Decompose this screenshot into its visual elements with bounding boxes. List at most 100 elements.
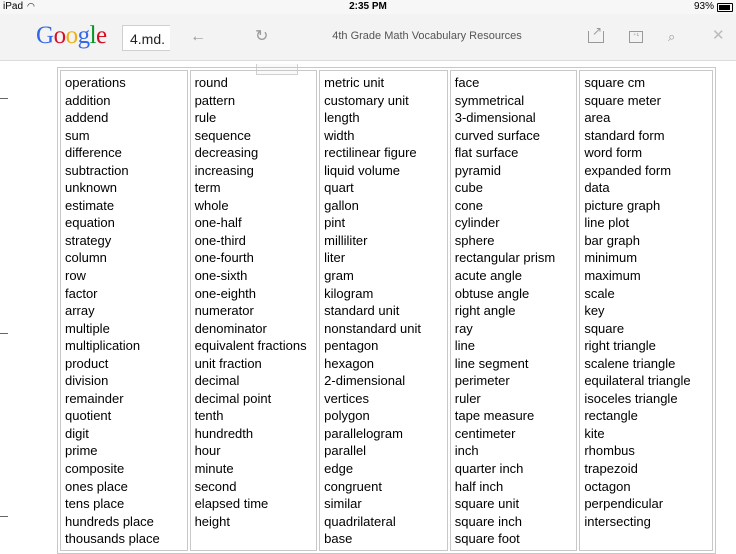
vocab-word: pentagon <box>324 338 379 354</box>
vocab-word: unknown <box>65 180 118 196</box>
vocab-word: one-fourth <box>194 250 254 266</box>
vocab-word: thousands place <box>65 531 160 547</box>
vocab-word: one-half <box>194 215 242 231</box>
vocab-word: acute angle <box>454 268 522 284</box>
browser-toolbar: Google 4.md. ← ↻ 4th Grade Math Vocabula… <box>0 14 736 75</box>
vocab-word: hour <box>194 443 221 459</box>
battery-percent: 93% <box>693 1 714 12</box>
vocab-word: equivalent fractions <box>194 338 307 354</box>
vocab-word: scale <box>584 285 615 301</box>
vocab-word: customary unit <box>324 92 409 108</box>
vocab-word: inch <box>454 443 479 459</box>
vocab-word: strategy <box>65 232 112 248</box>
vocab-word: addition <box>65 92 111 108</box>
vocabulary-table: operations addition addend sum difference sub… <box>57 67 716 554</box>
vocab-word: minute <box>194 461 234 477</box>
vocab-word: centimeter <box>454 425 516 441</box>
vocab-word: scalene triangle <box>584 355 676 371</box>
page-title: 4th Grade Math Vocabulary Resources <box>332 30 522 42</box>
vocab-word: liquid volume <box>324 162 401 178</box>
reload-icon[interactable]: ↻ <box>255 28 268 46</box>
vocab-word: rectangle <box>584 408 638 424</box>
vocab-word: cylinder <box>454 215 500 231</box>
vocab-word: vertices <box>324 390 369 406</box>
vocab-word: column <box>65 250 107 266</box>
vocab-word: 3-dimensional <box>454 110 536 126</box>
vocab-word: quotient <box>65 408 112 424</box>
url-field[interactable]: 4.md. <box>122 25 170 51</box>
vocab-word: gram <box>324 268 354 284</box>
vocab-word: multiplication <box>65 338 141 354</box>
vocab-word: addend <box>65 110 109 126</box>
vocab-word: array <box>65 303 95 319</box>
vocab-word: subtraction <box>65 162 129 178</box>
vocab-word: rhombus <box>584 443 635 459</box>
vocab-word: standard form <box>584 127 665 143</box>
vocab-word: obtuse angle <box>454 285 530 301</box>
vocab-word: kilogram <box>324 285 374 301</box>
vocab-word: decreasing <box>194 145 259 161</box>
ios-status-bar: iPad ◠ 2:35 PM 93% <box>0 0 736 14</box>
vocab-word: quart <box>324 180 354 196</box>
vocab-word: bar graph <box>584 232 640 248</box>
vocab-word: word form <box>584 145 643 161</box>
vocab-word: height <box>194 513 230 529</box>
page-edge-mark <box>0 98 8 99</box>
vocab-word: one-third <box>194 232 246 248</box>
vocab-word: curved surface <box>454 127 541 143</box>
vocab-word: line plot <box>584 215 630 231</box>
vocab-word: polygon <box>324 408 370 424</box>
vocab-word: milliliter <box>324 232 368 248</box>
vocab-word: similar <box>324 496 362 512</box>
vocab-word: decimal <box>194 373 240 389</box>
vocab-word: edge <box>324 461 354 477</box>
vocab-word: maximum <box>584 268 641 284</box>
vocab-word: quadrilateral <box>324 513 396 529</box>
vocab-word: rule <box>194 110 217 126</box>
vocab-word: second <box>194 478 237 494</box>
vocab-word: nonstandard unit <box>324 320 422 336</box>
vocab-word: base <box>324 531 353 547</box>
vocab-word: remainder <box>65 390 124 406</box>
vocab-word: equation <box>65 215 115 231</box>
vocab-word: 2-dimensional <box>324 373 406 389</box>
tabs-icon[interactable]: ⁺¹ <box>629 31 643 43</box>
vocab-word: square cm <box>584 75 646 90</box>
vocab-word: width <box>324 127 355 143</box>
vocab-word: trapezoid <box>584 461 638 477</box>
share-icon[interactable] <box>588 22 604 43</box>
vocab-word: row <box>65 268 86 284</box>
vocab-word: unit fraction <box>194 355 262 371</box>
vocab-word: square foot <box>454 531 520 547</box>
google-logo[interactable]: Google <box>36 22 107 50</box>
vocab-word: digit <box>65 425 89 441</box>
vocab-word: picture graph <box>584 197 661 213</box>
vocab-column: round pattern rule sequence decreasing increa… <box>189 70 318 551</box>
vocab-word: composite <box>65 461 125 477</box>
vocab-word: tenth <box>194 408 224 424</box>
vocab-word: perpendicular <box>584 496 664 512</box>
vocab-word: elapsed time <box>194 496 269 512</box>
close-icon[interactable]: ✕ <box>712 27 725 45</box>
vocab-word: sphere <box>454 232 495 248</box>
vocab-word: gallon <box>324 197 359 213</box>
vocab-word: length <box>324 110 360 126</box>
search-page-icon[interactable]: ⌕ <box>668 28 675 46</box>
vocab-column: face symmetrical 3-dimensional curved surfa… <box>449 70 578 551</box>
vocab-word: ones place <box>65 478 128 494</box>
vocab-word: cone <box>454 197 483 213</box>
vocab-word: right triangle <box>584 338 656 354</box>
back-arrow-icon[interactable]: ← <box>190 28 206 46</box>
vocab-word: denominator <box>194 320 267 336</box>
vocab-word: decimal point <box>194 390 272 406</box>
status-time: 2:35 PM <box>349 1 387 12</box>
vocab-word: sum <box>65 127 90 143</box>
vocab-word: numerator <box>194 303 254 319</box>
vocab-word: pyramid <box>454 162 501 178</box>
vocab-word: face <box>454 75 480 90</box>
vocab-word: cube <box>454 180 483 196</box>
vocab-word: rectilinear figure <box>324 145 417 161</box>
vocab-word: round <box>194 75 228 90</box>
vocab-column: square cm square meter area standard form wo… <box>579 70 713 551</box>
vocab-word: hexagon <box>324 355 375 371</box>
